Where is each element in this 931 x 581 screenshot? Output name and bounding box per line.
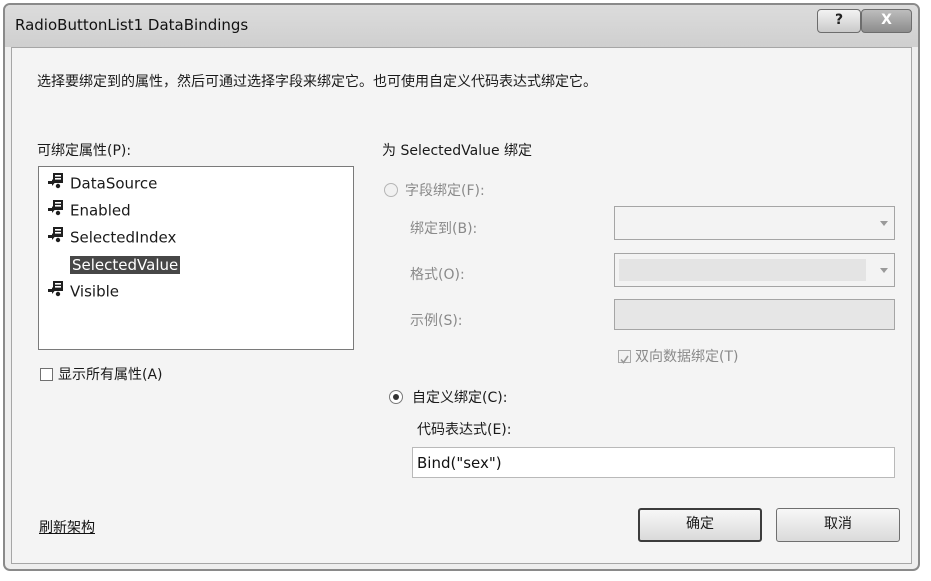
cancel-button[interactable]: 取消 [776, 508, 900, 542]
code-expression-value: Bind("sex") [417, 454, 502, 472]
help-button[interactable]: ? [817, 9, 861, 33]
databindings-dialog: RadioButtonList1 DataBindings ? X 选择要绑定到… [3, 3, 920, 571]
title-bar[interactable]: RadioButtonList1 DataBindings ? X [5, 5, 918, 47]
list-item-label: SelectedValue [70, 255, 181, 274]
bindable-property-icon [47, 199, 64, 222]
two-way-binding-checkbox[interactable] [618, 350, 631, 364]
sample-field [614, 299, 895, 330]
bind-to-dropdown[interactable] [614, 206, 895, 240]
bind-to-label: 绑定到(B): [410, 221, 478, 237]
code-expression-input[interactable]: Bind("sex") [412, 447, 895, 478]
binding-header: 为 SelectedValue 绑定 [382, 143, 533, 159]
show-all-properties-label: 显示所有属性(A) [58, 367, 163, 383]
list-item-label: SelectedIndex [70, 228, 177, 247]
bindable-property-icon [47, 172, 64, 195]
list-item[interactable]: DataSource [47, 172, 157, 194]
bindable-properties-label: 可绑定属性(P): [37, 143, 132, 159]
sample-label: 示例(S): [410, 313, 463, 329]
bindable-properties-list[interactable]: DataSource Enabled SelectedIndex Selecte… [38, 166, 354, 350]
checkmark-icon [620, 355, 629, 364]
two-way-binding-label: 双向数据绑定(T) [635, 349, 739, 365]
refresh-schema-link[interactable]: 刷新架构 [39, 517, 95, 537]
list-item-label: DataSource [70, 174, 158, 193]
format-value-area [619, 259, 866, 281]
show-all-properties-checkbox[interactable] [40, 368, 53, 381]
format-label: 格式(O): [410, 267, 465, 283]
custom-binding-label: 自定义绑定(C): [412, 390, 508, 406]
refresh-schema-label: 刷新架构 [39, 520, 95, 536]
custom-binding-radio[interactable] [389, 390, 403, 404]
format-dropdown[interactable] [614, 253, 895, 287]
bindable-property-icon [47, 226, 64, 249]
list-item[interactable]: Enabled [47, 199, 131, 221]
help-icon: ? [834, 12, 844, 28]
chevron-down-icon [880, 268, 888, 273]
list-item[interactable]: Visible [47, 280, 119, 302]
code-expression-label: 代码表达式(E): [417, 422, 512, 438]
list-item[interactable]: SelectedIndex [47, 226, 176, 248]
field-binding-label: 字段绑定(F): [405, 183, 485, 199]
chevron-down-icon [880, 221, 888, 226]
field-binding-radio[interactable] [384, 183, 398, 197]
bindable-property-icon [47, 280, 64, 303]
list-item-label: Enabled [70, 201, 131, 220]
instruction-text: 选择要绑定到的属性，然后可通过选择字段来绑定它。也可使用自定义代码表达式绑定它。 [37, 74, 597, 90]
close-button[interactable]: X [861, 9, 912, 33]
dialog-body: 选择要绑定到的属性，然后可通过选择字段来绑定它。也可使用自定义代码表达式绑定它。… [11, 47, 912, 564]
list-item-selected[interactable]: SelectedValue [70, 253, 181, 275]
close-icon: X [881, 12, 892, 28]
list-item-label: Visible [70, 282, 119, 301]
window-title: RadioButtonList1 DataBindings [15, 16, 249, 34]
ok-button[interactable]: 确定 [638, 508, 762, 542]
